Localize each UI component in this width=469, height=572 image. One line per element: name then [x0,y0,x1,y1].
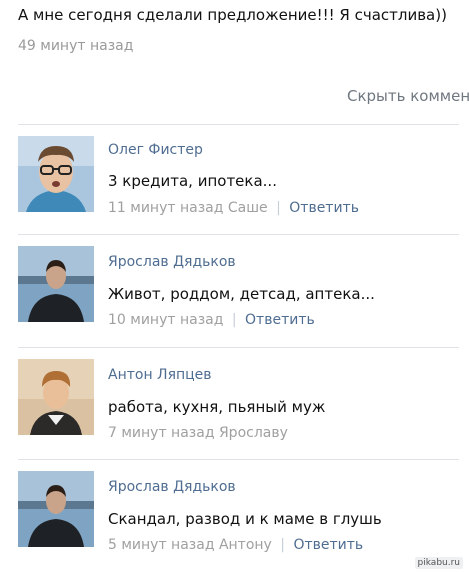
reply-to-name[interactable]: Саше [228,200,268,216]
post-text: А мне сегодня сделали предложение!!! Я с… [18,6,447,24]
comment-author[interactable]: Олег Фистер [108,142,203,158]
reply-to-name[interactable]: Антону [219,537,272,553]
avatar[interactable] [18,471,94,547]
reply-to-name[interactable]: Ярославу [219,425,288,441]
comment-meta: 7 минут назад Ярославу [108,425,288,441]
divider [18,234,459,235]
meta-separator: | [231,312,237,328]
reply-button[interactable]: Ответить [293,537,363,553]
divider [18,124,459,125]
meta-separator: | [280,537,286,553]
divider [18,347,459,348]
reply-button[interactable]: Ответить [245,312,315,328]
avatar[interactable] [18,246,94,322]
comment-item: Ярослав Дядьков Живот, роддом, детсад, а… [0,234,469,344]
comment-timestamp[interactable]: 7 минут назад [108,425,215,441]
comment-item: Антон Ляпцев работа, кухня, пьяный муж 7… [0,347,469,457]
comment-timestamp[interactable]: 5 минут назад [108,537,215,553]
comment-meta: 10 минут назад | Ответить [108,312,315,328]
comment-author[interactable]: Антон Ляпцев [108,367,212,383]
comment-timestamp[interactable]: 10 минут назад [108,312,223,328]
avatar-photo-icon [18,246,94,322]
comment-item: Олег Фистер 3 кредита, ипотека... 11 мин… [0,124,469,234]
comment-text: Живот, роддом, детсад, аптека... [108,285,375,303]
watermark-label: pikabu.ru [414,557,463,569]
comment-item: Ярослав Дядьков Скандал, развод и к маме… [0,459,469,569]
comment-text: работа, кухня, пьяный муж [108,398,326,416]
post-timestamp[interactable]: 49 минут назад [18,38,133,54]
comment-meta: 5 минут назад Антону | Ответить [108,537,363,553]
meta-separator: | [276,200,281,216]
comment-author[interactable]: Ярослав Дядьков [108,479,236,495]
comment-timestamp[interactable]: 11 минут назад [108,200,223,216]
comment-text: 3 кредита, ипотека... [108,172,277,190]
comment-author[interactable]: Ярослав Дядьков [108,254,236,270]
reply-button[interactable]: Ответить [289,200,359,216]
avatar[interactable] [18,359,94,435]
avatar[interactable] [18,136,94,212]
divider [18,459,459,460]
comment-text: Скандал, развод и к маме в глушь [108,510,382,528]
comment-meta: 11 минут назад Саше | Ответить [108,200,359,216]
avatar-photo-icon [18,359,94,435]
avatar-photo-icon [18,471,94,547]
hide-comments-link[interactable]: Скрыть коммент [347,87,469,105]
avatar-photo-icon [18,136,94,212]
